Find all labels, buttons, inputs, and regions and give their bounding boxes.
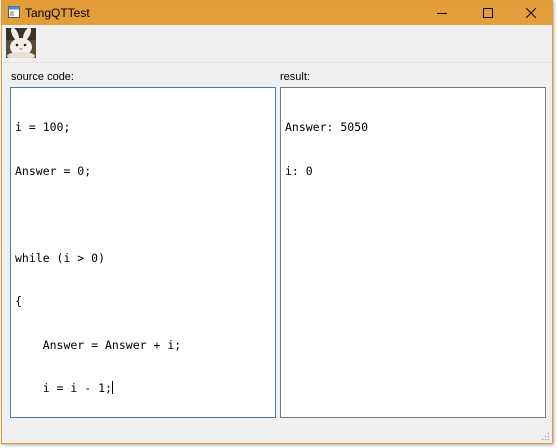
- source-line: while (i > 0): [15, 250, 106, 265]
- window-title: TangQTTest: [25, 6, 90, 20]
- source-line: {: [15, 294, 22, 308]
- minimize-button[interactable]: [419, 1, 465, 25]
- text-caret: [111, 381, 113, 394]
- toolbar: [2, 25, 552, 63]
- app-window: TangQTTest source code: result: i = 100;…: [1, 0, 553, 444]
- close-icon: [526, 8, 536, 18]
- source-line-with-caret: i = i - 1;: [15, 381, 271, 396]
- maximize-icon: [483, 8, 493, 18]
- source-line: i = 100;: [15, 120, 71, 134]
- maximize-button[interactable]: [465, 1, 511, 25]
- source-line: i = i - 1;: [15, 381, 112, 395]
- source-code-editor[interactable]: i = 100; Answer = 0; while (i > 0) { Ans…: [10, 87, 276, 418]
- minimize-icon: [437, 13, 447, 14]
- result-output[interactable]: Answer: 5050 i: 0: [280, 87, 546, 418]
- source-line: Answer = Answer + i;: [15, 337, 182, 352]
- app-icon: [8, 6, 20, 18]
- run-button[interactable]: [6, 27, 36, 60]
- resize-grip-icon[interactable]: [540, 431, 550, 441]
- title-bar[interactable]: TangQTTest: [2, 1, 552, 25]
- close-button[interactable]: [508, 1, 552, 25]
- result-label: result:: [280, 71, 310, 83]
- result-line: i: 0: [285, 163, 313, 178]
- source-line: [15, 207, 271, 222]
- rabbit-icon: [6, 27, 36, 60]
- source-line: Answer = 0;: [15, 163, 92, 178]
- source-code-label: source code:: [11, 71, 74, 83]
- result-line: Answer: 5050: [285, 120, 369, 134]
